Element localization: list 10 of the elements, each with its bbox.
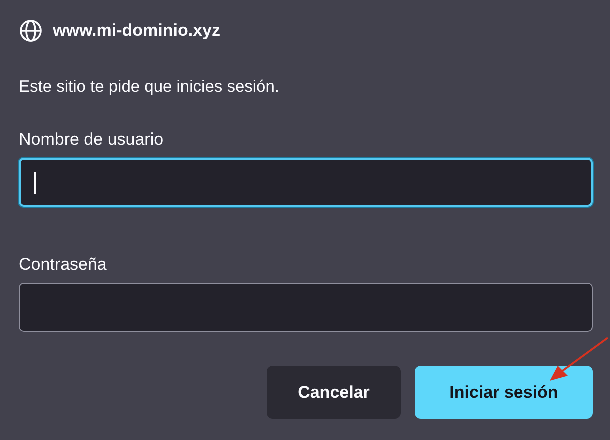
site-address: www.mi-dominio.xyz bbox=[53, 21, 220, 41]
sign-in-button[interactable]: Iniciar sesión bbox=[415, 366, 593, 419]
login-message: Este sitio te pide que inicies sesión. bbox=[19, 78, 280, 97]
cancel-button[interactable]: Cancelar bbox=[267, 366, 401, 419]
field-label: Contraseña bbox=[19, 255, 108, 275]
text-cursor bbox=[34, 172, 36, 194]
input-field[interactable] bbox=[19, 158, 593, 207]
input-field[interactable] bbox=[19, 283, 593, 332]
globe-icon bbox=[19, 19, 43, 43]
field-label: Nombre de usuario bbox=[19, 130, 165, 150]
